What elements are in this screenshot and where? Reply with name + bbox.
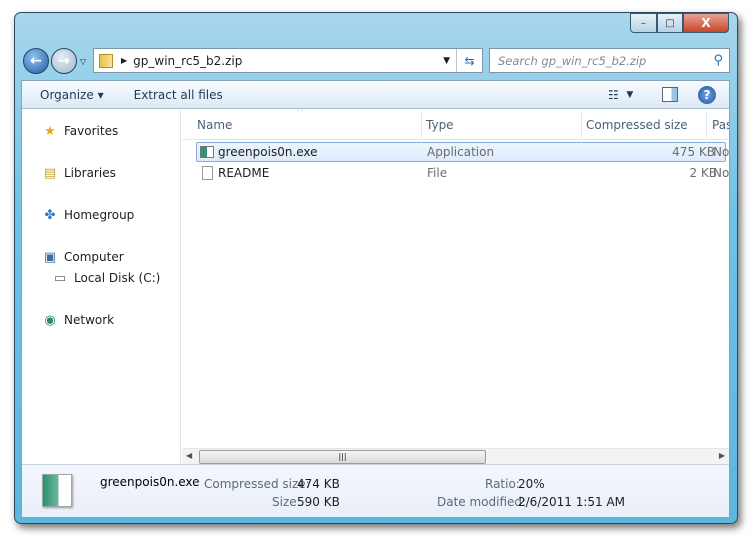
- column-header-compressed-size[interactable]: Compressed size: [586, 118, 688, 132]
- size-value: 590 KB: [297, 495, 340, 509]
- column-header-name[interactable]: Name: [197, 118, 232, 132]
- client-area: Organize ▾ Extract all files ☷ ▼ ? ★ Favo…: [21, 80, 730, 518]
- breadcrumb-arrow-icon[interactable]: ▶: [121, 56, 127, 65]
- file-row[interactable]: greenpois0n.exe Application 475 KB No: [196, 142, 729, 162]
- network-icon: ◉: [44, 312, 56, 328]
- search-icon[interactable]: ⚲: [713, 53, 723, 68]
- explorer-window: – □ X ← → ▽ ▶ gp_win_rc5_b2.zip ▼ ⇆ Sear…: [14, 12, 738, 524]
- file-list: ^ Name Type Compressed size Pas greenpoi…: [182, 110, 729, 464]
- computer-icon: ▣: [43, 249, 57, 265]
- sidebar-item-favorites[interactable]: ★ Favorites: [42, 123, 118, 139]
- address-dropdown-icon[interactable]: ▼: [443, 56, 450, 66]
- file-type: File: [427, 166, 448, 180]
- file-compressed-size: 475 KB: [672, 145, 715, 159]
- search-placeholder: Search gp_win_rc5_b2.zip: [498, 53, 647, 68]
- sidebar-item-homegroup[interactable]: ✤ Homegroup: [42, 207, 135, 223]
- details-pane: greenpois0n.exe Compressed size: 474 KB …: [22, 464, 729, 517]
- scroll-left-icon[interactable]: ◀: [186, 451, 192, 460]
- compressed-size-value: 474 KB: [297, 477, 340, 491]
- command-bar: Organize ▾ Extract all files ☷ ▼ ?: [22, 81, 729, 109]
- homegroup-icon: ✤: [44, 207, 56, 223]
- forward-button[interactable]: →: [51, 48, 77, 74]
- maximize-button[interactable]: □: [657, 13, 683, 33]
- help-icon[interactable]: ?: [698, 85, 716, 104]
- file-password: No: [713, 145, 729, 159]
- organize-button[interactable]: Organize ▾: [40, 88, 104, 102]
- date-modified-value: 2/6/2011 1:51 AM: [518, 495, 626, 509]
- sidebar-item-label: Libraries: [64, 166, 116, 180]
- sidebar-item-computer[interactable]: ▣ Computer: [42, 249, 124, 265]
- ratio-value: 20%: [518, 477, 545, 491]
- file-password: No: [713, 166, 729, 180]
- file-type: Application: [427, 145, 495, 159]
- navigation-pane: ★ Favorites ▤ Libraries ✤ Homegroup ▣ Comput…: [22, 110, 181, 464]
- back-button[interactable]: ←: [23, 48, 49, 74]
- sidebar-item-label: Local Disk (C:): [74, 271, 161, 285]
- sort-ascending-icon: ^: [297, 110, 304, 116]
- extract-all-button[interactable]: Extract all files: [134, 88, 223, 102]
- column-header-password[interactable]: Pas: [712, 118, 729, 132]
- sidebar-item-label: Network: [64, 313, 115, 327]
- recent-pages-dropdown[interactable]: ▽: [80, 57, 86, 66]
- navigation-buttons: ← → ▽: [23, 48, 86, 74]
- sidebar-item-local-disk[interactable]: ▭ Local Disk (C:): [52, 270, 160, 286]
- date-modified-label: Date modified:: [437, 495, 527, 509]
- address-bar[interactable]: ▶ gp_win_rc5_b2.zip ▼ ⇆: [93, 48, 483, 73]
- sidebar-item-label: Favorites: [64, 124, 119, 138]
- sidebar-item-label: Computer: [64, 250, 124, 264]
- breadcrumb[interactable]: gp_win_rc5_b2.zip: [133, 54, 242, 68]
- star-icon: ★: [44, 123, 56, 139]
- application-icon: [200, 146, 214, 158]
- views-icon: ☷: [608, 87, 619, 102]
- file-name: greenpois0n.exe: [218, 145, 318, 159]
- search-input[interactable]: Search gp_win_rc5_b2.zip ⚲: [489, 48, 730, 73]
- sidebar-item-network[interactable]: ◉ Network: [42, 312, 114, 328]
- application-large-icon: [42, 474, 72, 507]
- view-options-button[interactable]: ☷ ▼: [608, 88, 633, 102]
- scrollbar-thumb[interactable]: |||: [199, 450, 486, 464]
- drive-icon: ▭: [53, 270, 67, 286]
- scroll-right-icon[interactable]: ▶: [719, 451, 725, 460]
- zip-folder-icon: [99, 53, 113, 68]
- sidebar-item-label: Homegroup: [64, 208, 135, 222]
- ratio-label: Ratio:: [485, 477, 520, 491]
- minimize-button[interactable]: –: [630, 13, 657, 33]
- sidebar-item-libraries[interactable]: ▤ Libraries: [42, 165, 116, 181]
- close-button[interactable]: X: [683, 13, 729, 33]
- preview-pane-icon[interactable]: [662, 87, 678, 102]
- refresh-button[interactable]: ⇆: [456, 49, 482, 72]
- column-header-type[interactable]: Type: [426, 118, 454, 132]
- file-icon: [202, 166, 213, 180]
- window-controls: – □ X: [630, 13, 729, 33]
- libraries-icon: ▤: [43, 165, 57, 181]
- file-name: README: [218, 166, 270, 180]
- compressed-size-label: Compressed size:: [204, 477, 310, 491]
- file-row[interactable]: README File 2 KB No: [196, 163, 729, 183]
- details-file-name: greenpois0n.exe: [100, 475, 200, 489]
- horizontal-scrollbar[interactable]: ◀ ||| ▶: [182, 448, 729, 464]
- column-headers: ^ Name Type Compressed size Pas: [182, 110, 729, 140]
